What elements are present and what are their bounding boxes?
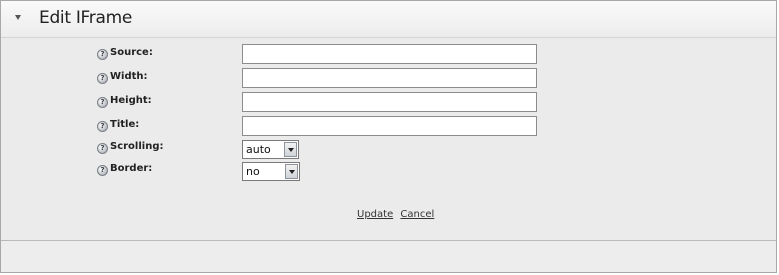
form-actions: Update Cancel [357,209,438,220]
title-row: ? Title: [1,116,776,138]
border-select[interactable]: no [242,162,300,181]
panel-footer [1,241,776,272]
source-input[interactable] [242,44,537,64]
edit-iframe-panel: Edit IFrame ? Source: ? Width: ? Height: ? T… [0,0,777,273]
height-label-text: Height: [110,95,152,106]
help-icon[interactable]: ? [97,49,108,60]
dropdown-arrow-icon[interactable] [284,142,297,157]
source-label-text: Source: [110,47,153,58]
width-row: ? Width: [1,68,776,90]
source-row: ? Source: [1,44,776,66]
help-icon[interactable]: ? [97,73,108,84]
help-icon[interactable]: ? [97,165,108,176]
scrolling-select[interactable]: auto [242,140,299,159]
title-label-text: Title: [110,119,140,130]
collapse-triangle-icon[interactable] [15,15,21,20]
scrolling-value: auto [246,143,271,156]
help-icon[interactable]: ? [97,121,108,132]
panel-header[interactable]: Edit IFrame [1,1,776,38]
height-row: ? Height: [1,92,776,114]
panel-title: Edit IFrame [39,8,133,28]
width-input[interactable] [242,68,537,88]
title-label: ? Title: [97,119,139,132]
width-label-text: Width: [110,71,148,82]
height-label: ? Height: [97,95,152,108]
cancel-link[interactable]: Cancel [400,209,434,220]
scrolling-label-text: Scrolling: [110,141,164,152]
scrolling-row: ? Scrolling: auto [1,140,776,162]
border-row: ? Border: no [1,162,776,184]
update-link[interactable]: Update [357,209,393,220]
title-input[interactable] [242,116,537,136]
border-value: no [246,165,260,178]
border-label: ? Border: [97,163,152,176]
dropdown-arrow-icon[interactable] [285,164,298,179]
source-label: ? Source: [97,47,153,60]
help-icon[interactable]: ? [97,143,108,154]
height-input[interactable] [242,92,537,112]
width-label: ? Width: [97,71,148,84]
border-label-text: Border: [110,163,153,174]
help-icon[interactable]: ? [97,97,108,108]
scrolling-label: ? Scrolling: [97,141,164,154]
